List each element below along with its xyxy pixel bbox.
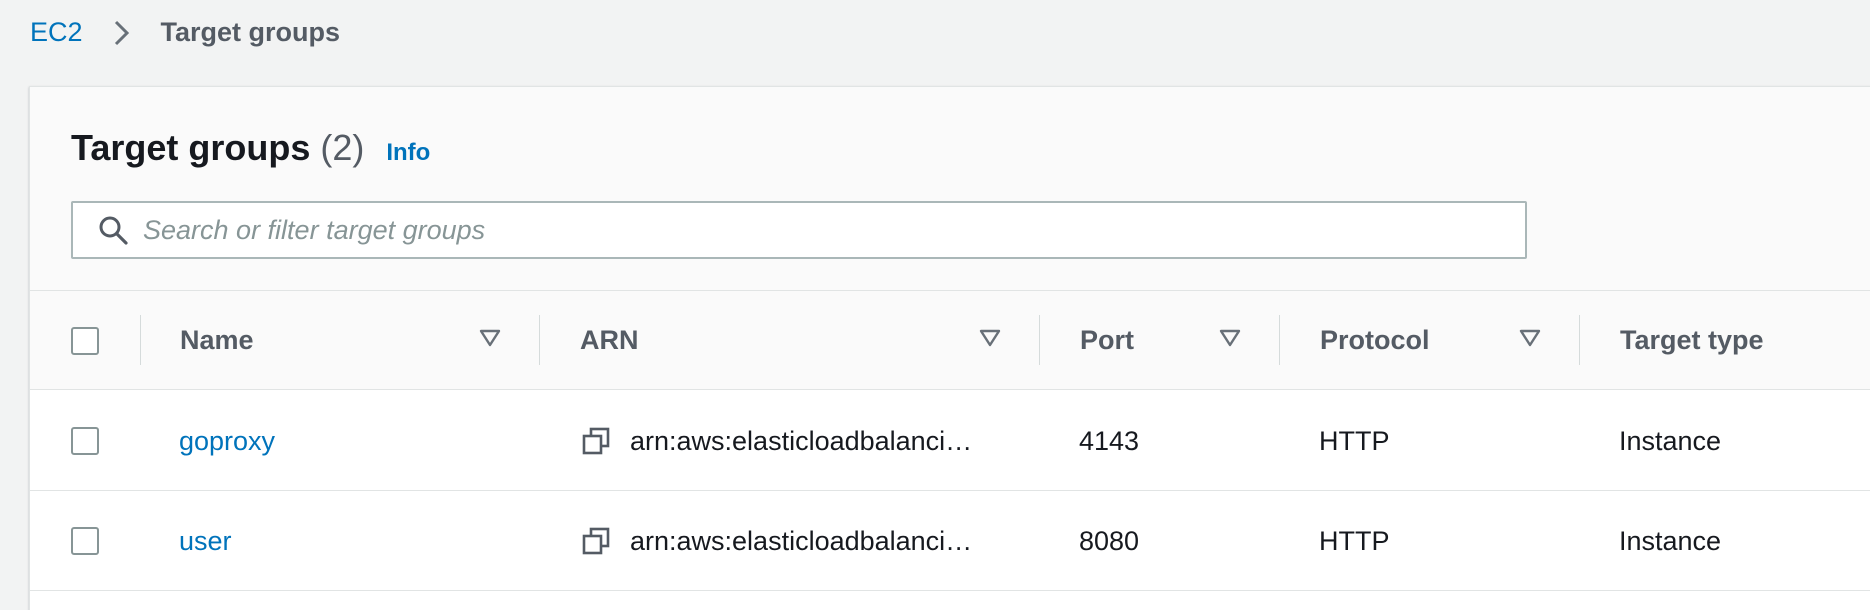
chevron-right-icon xyxy=(105,17,139,47)
search-box[interactable] xyxy=(71,201,1527,259)
target-type-value: Instance xyxy=(1619,525,1722,556)
breadcrumb-ec2-link[interactable]: EC2 xyxy=(30,17,83,48)
protocol-value: HTTP xyxy=(1319,525,1390,556)
table-row: goproxy arn:aws:elasticloadbalanci… 4143… xyxy=(30,391,1870,491)
target-type-value: Instance xyxy=(1619,425,1722,456)
title-row: Target groups (2) Info xyxy=(71,127,430,173)
sort-caret-down-icon[interactable] xyxy=(1219,328,1241,348)
column-header-target-type[interactable]: Target type xyxy=(1620,291,1764,390)
copy-icon[interactable] xyxy=(582,426,612,456)
info-link[interactable]: Info xyxy=(386,139,430,167)
target-group-name-link[interactable]: goproxy xyxy=(179,426,275,457)
arn-value: arn:aws:elasticloadbalanci… xyxy=(630,525,973,556)
column-divider xyxy=(1039,315,1040,365)
select-all-checkbox[interactable] xyxy=(71,327,99,355)
row-checkbox[interactable] xyxy=(71,427,99,455)
column-divider xyxy=(1579,315,1580,365)
column-divider xyxy=(539,315,540,365)
search-input[interactable] xyxy=(133,203,1525,257)
copy-icon[interactable] xyxy=(582,526,612,556)
port-value: 8080 xyxy=(1079,525,1140,556)
breadcrumb: EC2 Target groups xyxy=(30,14,340,50)
arn-value: arn:aws:elasticloadbalanci… xyxy=(630,425,973,456)
sort-caret-down-icon[interactable] xyxy=(1519,328,1541,348)
row-checkbox[interactable] xyxy=(71,527,99,555)
column-header-protocol[interactable]: Protocol xyxy=(1320,291,1430,390)
column-header-port[interactable]: Port xyxy=(1080,291,1134,390)
column-header-arn[interactable]: ARN xyxy=(580,291,639,390)
column-divider xyxy=(1279,315,1280,365)
column-header-name[interactable]: Name xyxy=(180,291,254,390)
port-value: 4143 xyxy=(1079,425,1140,456)
sort-caret-down-icon[interactable] xyxy=(979,328,1001,348)
table-row: user arn:aws:elasticloadbalanci… 8080 HT… xyxy=(30,491,1870,591)
item-count: (2) xyxy=(320,127,365,168)
protocol-value: HTTP xyxy=(1319,425,1390,456)
panel-header: Target groups (2) Info xyxy=(30,87,1870,291)
target-group-name-link[interactable]: user xyxy=(179,526,232,557)
table-header: Name ARN Port Protocol Target type xyxy=(30,291,1870,390)
target-groups-panel: Target groups (2) Info Name ARN Port Pro… xyxy=(29,86,1870,610)
column-divider xyxy=(140,315,141,365)
sort-caret-down-icon[interactable] xyxy=(479,328,501,348)
page-title: Target groups xyxy=(71,127,311,168)
search-icon xyxy=(93,210,133,250)
breadcrumb-current: Target groups xyxy=(160,16,341,47)
